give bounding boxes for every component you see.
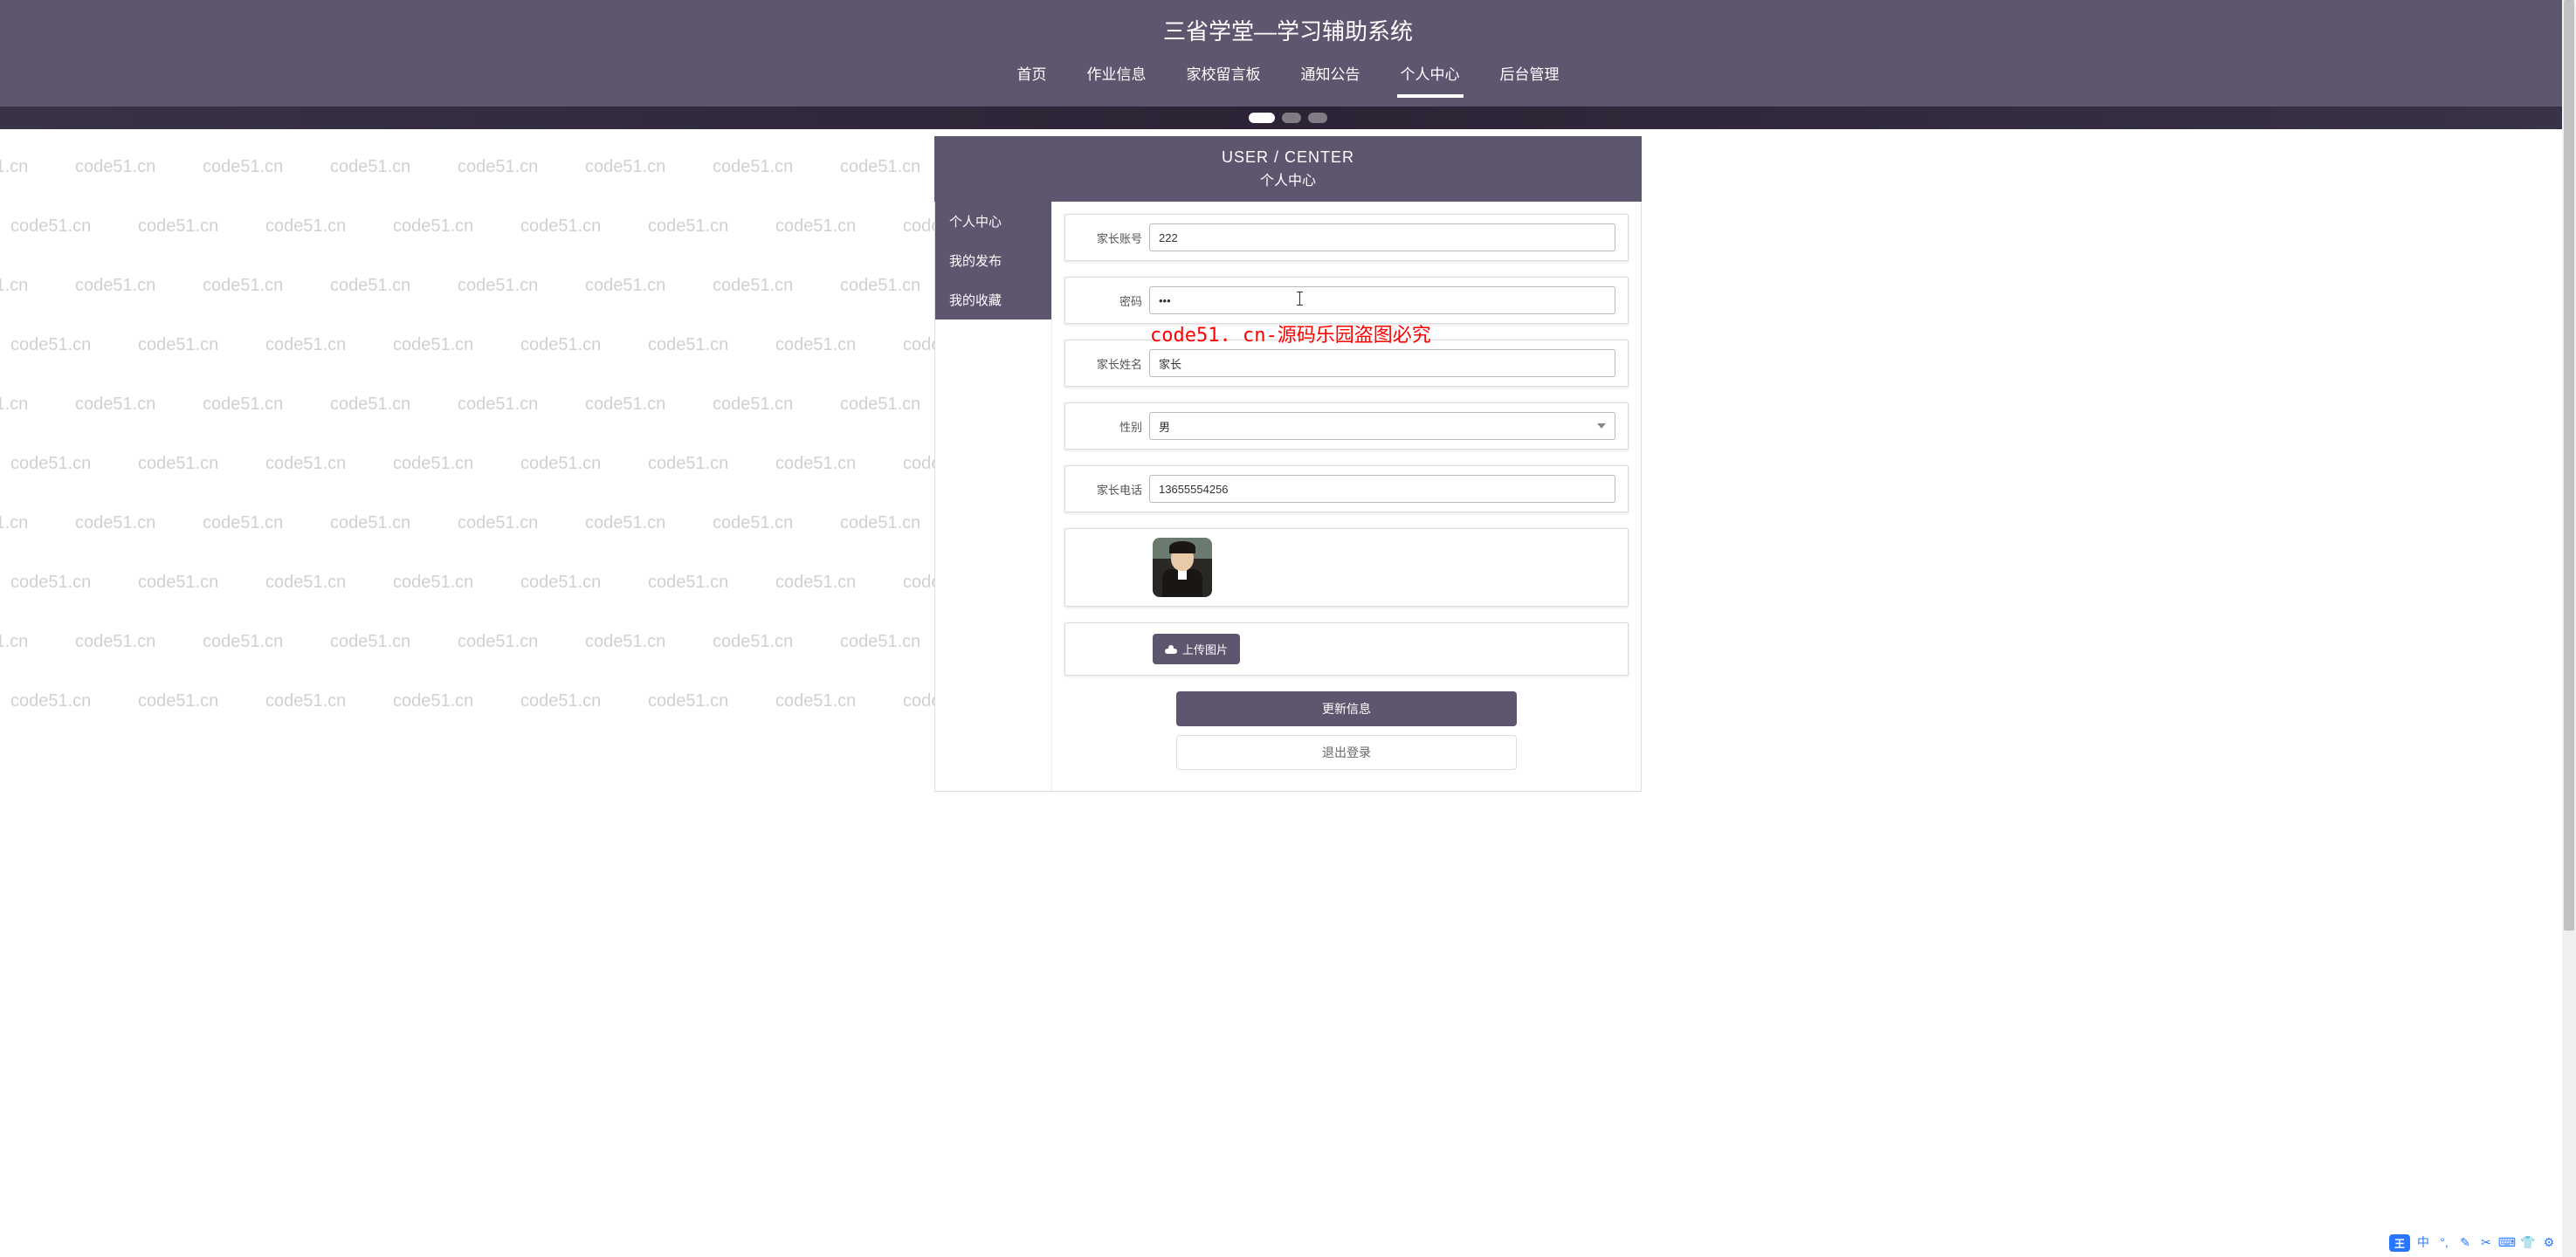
logout-button[interactable]: 退出登录	[1176, 735, 1517, 770]
panel-header: USER / CENTER 个人中心	[934, 136, 1642, 202]
hero-strip	[0, 106, 2576, 129]
scrollbar-thumb[interactable]	[2564, 0, 2574, 931]
ime-skin-icon[interactable]: 👕	[2520, 1234, 2536, 1250]
input-password[interactable]	[1149, 286, 1615, 314]
input-account[interactable]	[1149, 223, 1615, 251]
sidebar: 个人中心 我的发布 我的收藏	[935, 202, 1052, 791]
tool-tray: 王 中 °, ✎ ✂ ⌨ 👕 ⚙	[2389, 1234, 2557, 1252]
carousel-dot-1[interactable]	[1249, 113, 1275, 123]
upload-button-label: 上传图片	[1182, 641, 1228, 657]
field-name: 家长姓名	[1064, 340, 1629, 387]
carousel-dot-3[interactable]	[1308, 113, 1327, 123]
form-area: 家长账号 密码 家长姓名 性别 男 家长电话	[1052, 202, 1641, 791]
ime-gear-icon[interactable]: ⚙	[2541, 1234, 2557, 1250]
ime-keyboard-icon[interactable]: ⌨	[2499, 1234, 2515, 1250]
input-name[interactable]	[1149, 349, 1615, 377]
label-account: 家长账号	[1078, 230, 1149, 246]
ime-badge-icon[interactable]: 王	[2389, 1234, 2410, 1252]
sidebar-item-posts[interactable]: 我的发布	[935, 241, 1051, 280]
avatar-card	[1064, 528, 1629, 607]
input-phone[interactable]	[1149, 475, 1615, 503]
field-account: 家长账号	[1064, 214, 1629, 261]
field-gender: 性别 男	[1064, 402, 1629, 450]
panel-title-en: USER / CENTER	[934, 148, 1642, 167]
select-gender[interactable]: 男	[1149, 412, 1615, 440]
select-gender-value: 男	[1159, 418, 1170, 435]
text-cursor-icon	[1299, 292, 1300, 306]
upload-button[interactable]: 上传图片	[1153, 634, 1240, 664]
sidebar-item-profile[interactable]: 个人中心	[935, 202, 1051, 241]
nav-user-center[interactable]: 个人中心	[1397, 57, 1464, 98]
field-phone: 家长电话	[1064, 465, 1629, 512]
ime-punct-icon[interactable]: °,	[2436, 1234, 2452, 1250]
avatar-image	[1153, 538, 1212, 597]
sidebar-item-favorites[interactable]: 我的收藏	[935, 280, 1051, 319]
label-name: 家长姓名	[1078, 355, 1149, 372]
panel-title-zh: 个人中心	[934, 168, 1642, 189]
main-container: USER / CENTER 个人中心 个人中心 我的发布 我的收藏 家长账号 密…	[934, 136, 1642, 792]
update-row: 更新信息	[1064, 691, 1629, 726]
chevron-down-icon	[1597, 423, 1606, 429]
nav-admin[interactable]: 后台管理	[1497, 57, 1563, 98]
nav-announcement[interactable]: 通知公告	[1298, 57, 1364, 98]
nav-message-board[interactable]: 家校留言板	[1183, 57, 1264, 98]
nav-homework[interactable]: 作业信息	[1084, 57, 1150, 98]
panel-body: 个人中心 我的发布 我的收藏 家长账号 密码 家长姓名 性别 男	[934, 202, 1642, 792]
main-nav: 首页 作业信息 家校留言板 通知公告 个人中心 后台管理	[0, 57, 2576, 106]
label-password: 密码	[1078, 292, 1149, 309]
header-bar: 三省学堂—学习辅助系统 首页 作业信息 家校留言板 通知公告 个人中心 后台管理	[0, 0, 2576, 106]
update-button[interactable]: 更新信息	[1176, 691, 1517, 726]
nav-home[interactable]: 首页	[1014, 57, 1050, 98]
logout-row: 退出登录	[1064, 735, 1629, 770]
cloud-upload-icon	[1165, 645, 1177, 654]
field-password: 密码	[1064, 277, 1629, 324]
upload-card: 上传图片	[1064, 622, 1629, 676]
carousel-dots	[1249, 113, 1327, 123]
ime-lang-icon[interactable]: 中	[2415, 1234, 2431, 1250]
label-phone: 家长电话	[1078, 481, 1149, 498]
ime-scissors-icon[interactable]: ✂	[2478, 1234, 2494, 1250]
label-gender: 性别	[1078, 418, 1149, 435]
carousel-dot-2[interactable]	[1282, 113, 1301, 123]
ime-edit-icon[interactable]: ✎	[2457, 1234, 2473, 1250]
app-title: 三省学堂—学习辅助系统	[0, 0, 2576, 57]
scrollbar-track[interactable]	[2562, 0, 2576, 1257]
